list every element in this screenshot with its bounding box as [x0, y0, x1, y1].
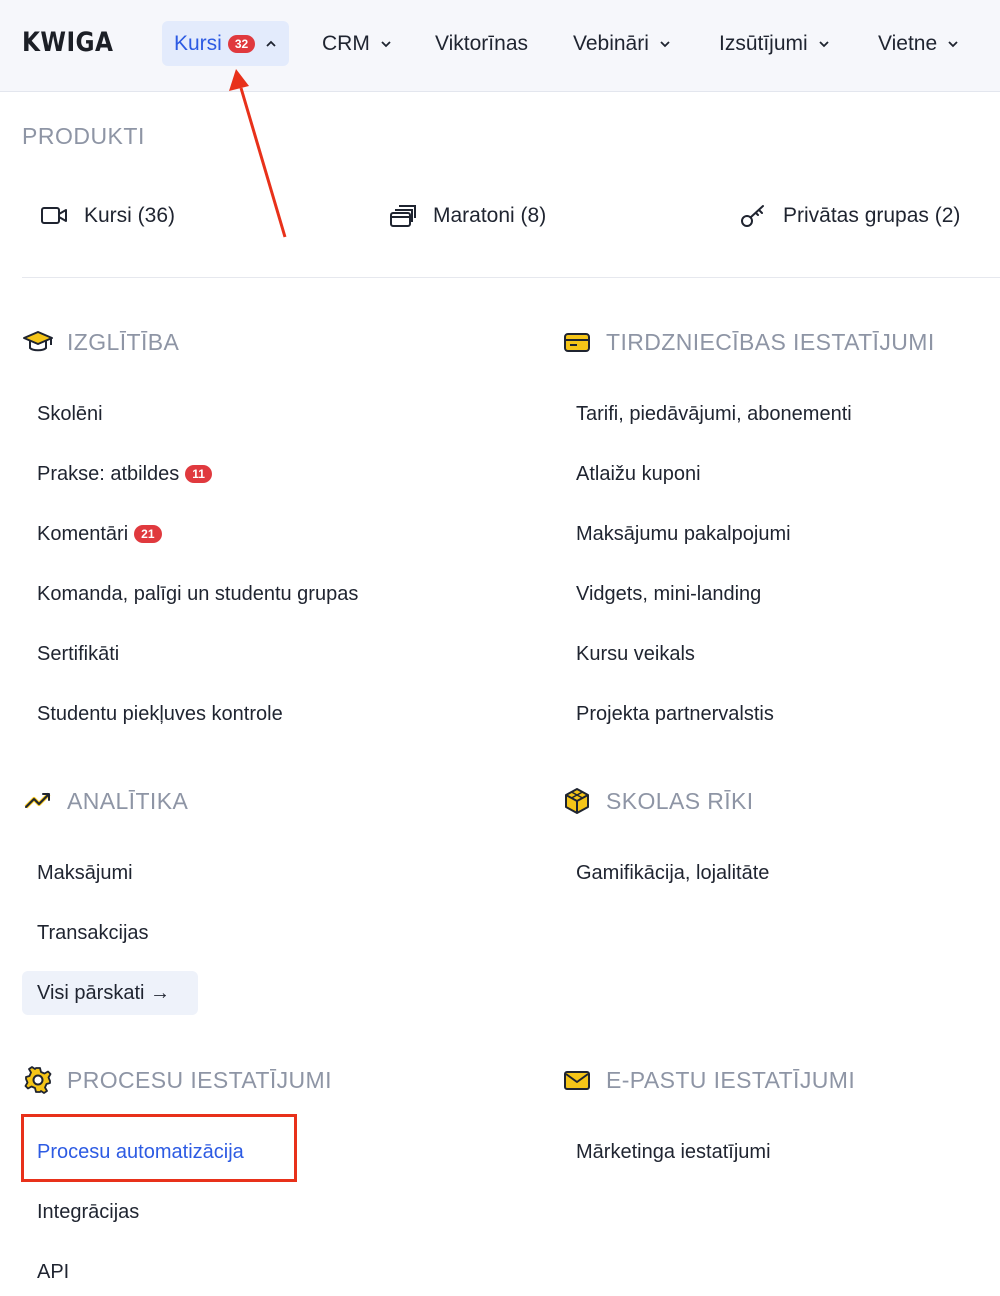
school-tools-heading: SKOLAS RĪKI	[561, 783, 754, 819]
chevron-down-icon	[660, 40, 670, 47]
link-label: Skolēni	[37, 402, 103, 425]
link-komentari[interactable]: Komentāri 21	[37, 516, 162, 552]
link-maksajumu-pakalpojumi[interactable]: Maksājumu pakalpojumi	[576, 516, 791, 552]
section-title: SKOLAS RĪKI	[606, 787, 754, 814]
link-label: Gamifikācija, lojalitāte	[576, 861, 770, 884]
link-komanda[interactable]: Komanda, palīgi un studentu grupas	[37, 576, 358, 612]
products-heading: PRODUKTI	[22, 123, 145, 149]
product-kursi[interactable]: Kursi (36)	[40, 198, 175, 234]
link-api[interactable]: API	[37, 1254, 69, 1290]
link-label: Vidgets, mini-landing	[576, 582, 762, 605]
kwiga-logo[interactable]: KWIGA	[22, 27, 113, 58]
link-piekluves-kontrole[interactable]: Studentu piekļuves kontrole	[37, 696, 283, 732]
link-label: Integrācijas	[37, 1200, 140, 1223]
link-label: Komanda, palīgi un studentu grupas	[37, 582, 359, 605]
video-camera-icon	[41, 207, 67, 224]
link-gamifikacija[interactable]: Gamifikācija, lojalitāte	[576, 855, 769, 891]
link-partnervalstis[interactable]: Projekta partnervalstis	[576, 696, 774, 732]
link-integracijas[interactable]: Integrācijas	[37, 1194, 139, 1230]
chevron-down-icon	[381, 40, 391, 47]
link-skoleni[interactable]: Skolēni	[37, 396, 103, 432]
nav-item-label: Kursi	[174, 31, 222, 55]
product-label: Privātas grupas (2)	[783, 204, 961, 227]
nav-item-viktorinas[interactable]: Viktorīnas	[435, 21, 528, 66]
section-title: PROCESU IESTATĪJUMI	[67, 1066, 332, 1093]
annotation-highlight-box	[21, 1114, 297, 1182]
graduation-cap-icon	[22, 326, 54, 358]
nav-item-label: Vietne	[878, 31, 938, 55]
trending-up-icon	[22, 785, 54, 817]
section-divider	[22, 277, 1000, 278]
nav-badge: 32	[227, 34, 256, 53]
email-settings-heading: E-PASTU IESTATĪJUMI	[561, 1062, 855, 1098]
stacked-cards-icon	[390, 205, 416, 227]
link-tarifi[interactable]: Tarifi, piedāvājumi, abonementi	[576, 396, 852, 432]
gear-icon	[22, 1064, 54, 1096]
link-label: Kursu veikals	[576, 642, 695, 665]
link-label: Komentāri	[37, 522, 129, 545]
cube-icon	[561, 785, 593, 817]
chevron-down-icon	[819, 40, 829, 47]
link-atlaizu-kuponi[interactable]: Atlaižu kuponi	[576, 456, 701, 492]
nav-item-vebinari[interactable]: Vebināri	[573, 21, 671, 66]
product-label: Kursi (36)	[84, 204, 176, 227]
nav-item-label: Izsūtījumi	[719, 31, 808, 55]
link-label: Tarifi, piedāvājumi, abonementi	[576, 402, 852, 425]
product-label: Maratoni (8)	[433, 204, 547, 227]
product-privatas-grupas[interactable]: Privātas grupas (2)	[739, 198, 960, 234]
link-label: Transakcijas	[37, 921, 149, 944]
link-maksajumi[interactable]: Maksājumi	[37, 855, 133, 891]
link-label: Sertifikāti	[37, 642, 120, 665]
nav-item-crm[interactable]: CRM	[322, 21, 392, 66]
sales-settings-heading: TIRDZNIECĪBAS IESTATĪJUMI	[561, 324, 935, 360]
nav-item-label: CRM	[322, 31, 370, 55]
link-label: Mārketinga iestatījumi	[576, 1140, 771, 1163]
link-label: Maksājumu pakalpojumi	[576, 522, 791, 545]
all-reports-button[interactable]: Visi pārskati →	[22, 971, 198, 1015]
link-prakse-atbildes[interactable]: Prakse: atbildes 11	[37, 456, 212, 492]
link-label: Studentu piekļuves kontrole	[37, 702, 283, 725]
section-title: ANALĪTIKA	[67, 787, 189, 814]
analytics-heading: ANALĪTIKA	[22, 783, 188, 819]
link-label: Atlaižu kuponi	[576, 462, 701, 485]
nav-item-label: Vebināri	[573, 31, 649, 55]
nav-item-izsutijumi[interactable]: Izsūtījumi	[719, 21, 830, 66]
credit-card-icon	[561, 326, 593, 358]
product-maratoni[interactable]: Maratoni (8)	[389, 198, 546, 234]
section-title: E-PASTU IESTATĪJUMI	[606, 1066, 856, 1093]
link-label: Maksājumi	[37, 861, 133, 884]
link-vidgets[interactable]: Vidgets, mini-landing	[576, 576, 761, 612]
nav-item-vietne[interactable]: Vietne	[878, 21, 959, 66]
chevron-down-icon	[948, 40, 958, 47]
key-icon	[741, 205, 764, 227]
chevron-up-icon	[266, 40, 276, 47]
link-transakcijas[interactable]: Transakcijas	[37, 915, 149, 951]
annotation-arrow	[229, 69, 287, 238]
process-settings-heading: PROCESU IESTATĪJUMI	[22, 1062, 332, 1098]
nav-item-label: Viktorīnas	[435, 31, 528, 55]
count-badge: 21	[134, 525, 162, 543]
section-title: IZGLĪTĪBA	[67, 328, 180, 355]
link-marketinga-iestatijumi[interactable]: Mārketinga iestatījumi	[576, 1134, 771, 1170]
section-title: TIRDZNIECĪBAS IESTATĪJUMI	[606, 328, 935, 355]
education-heading: IZGLĪTĪBA	[22, 324, 179, 360]
link-label: Projekta partnervalstis	[576, 702, 774, 725]
nav-item-kursi[interactable]: Kursi 32	[162, 21, 290, 66]
link-label: API	[37, 1260, 70, 1283]
envelope-icon	[561, 1064, 593, 1096]
link-label: Prakse: atbildes	[37, 462, 180, 485]
count-badge: 11	[185, 465, 212, 483]
top-navigation-bar: KWIGA Kursi 32 CRM Viktorīnas Vebināri I…	[0, 0, 1000, 92]
link-sertifikati[interactable]: Sertifikāti	[37, 636, 119, 672]
link-kursu-veikals[interactable]: Kursu veikals	[576, 636, 695, 672]
